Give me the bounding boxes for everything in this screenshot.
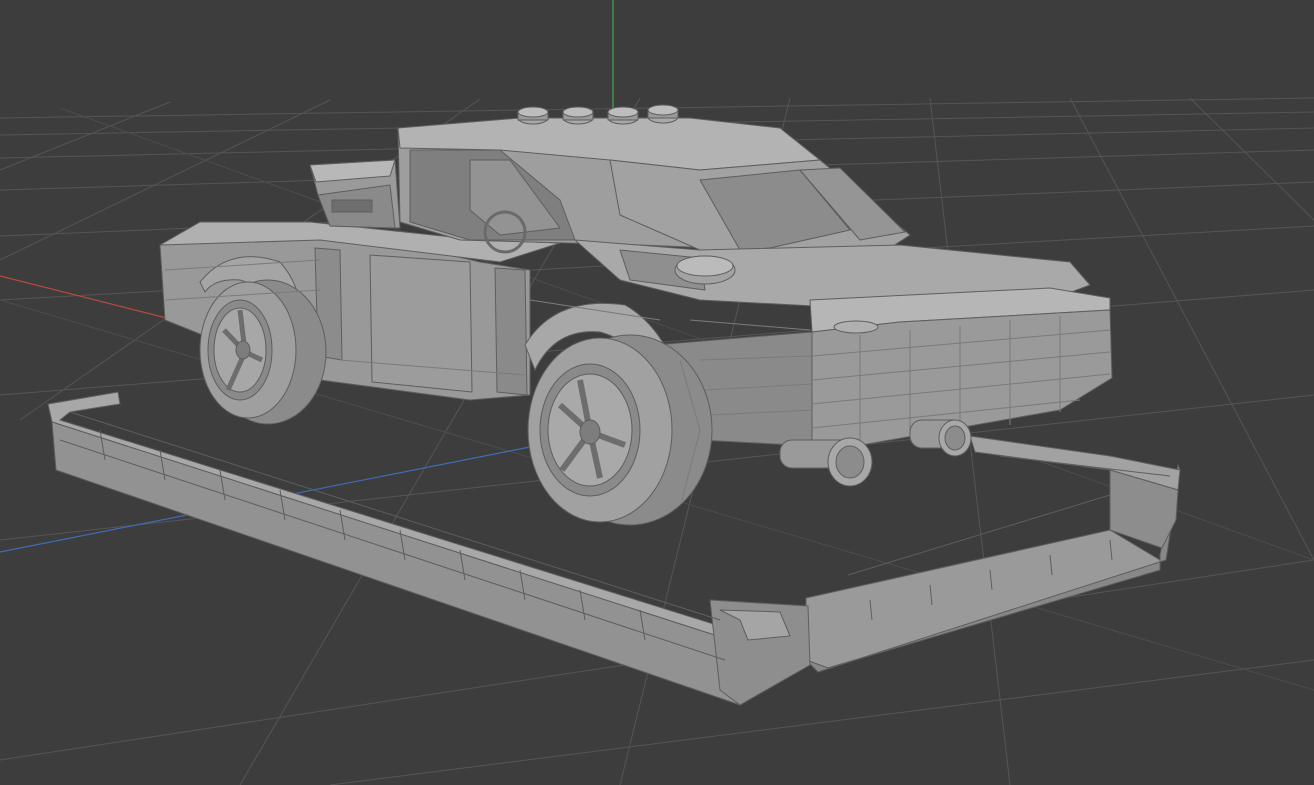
- 3d-viewport[interactable]: [0, 0, 1314, 785]
- car-rear-wheel: [199, 279, 327, 425]
- car-side-rear-block: [494, 267, 528, 396]
- viewport-canvas[interactable]: [0, 0, 1314, 785]
- car-front-wheel: [527, 334, 713, 526]
- car-front-stud: [833, 320, 879, 334]
- car-headlight-stud-top: [676, 255, 734, 277]
- car-intake-grill: [331, 199, 373, 213]
- car-door-panel: [369, 254, 473, 393]
- car-model: [159, 104, 1113, 526]
